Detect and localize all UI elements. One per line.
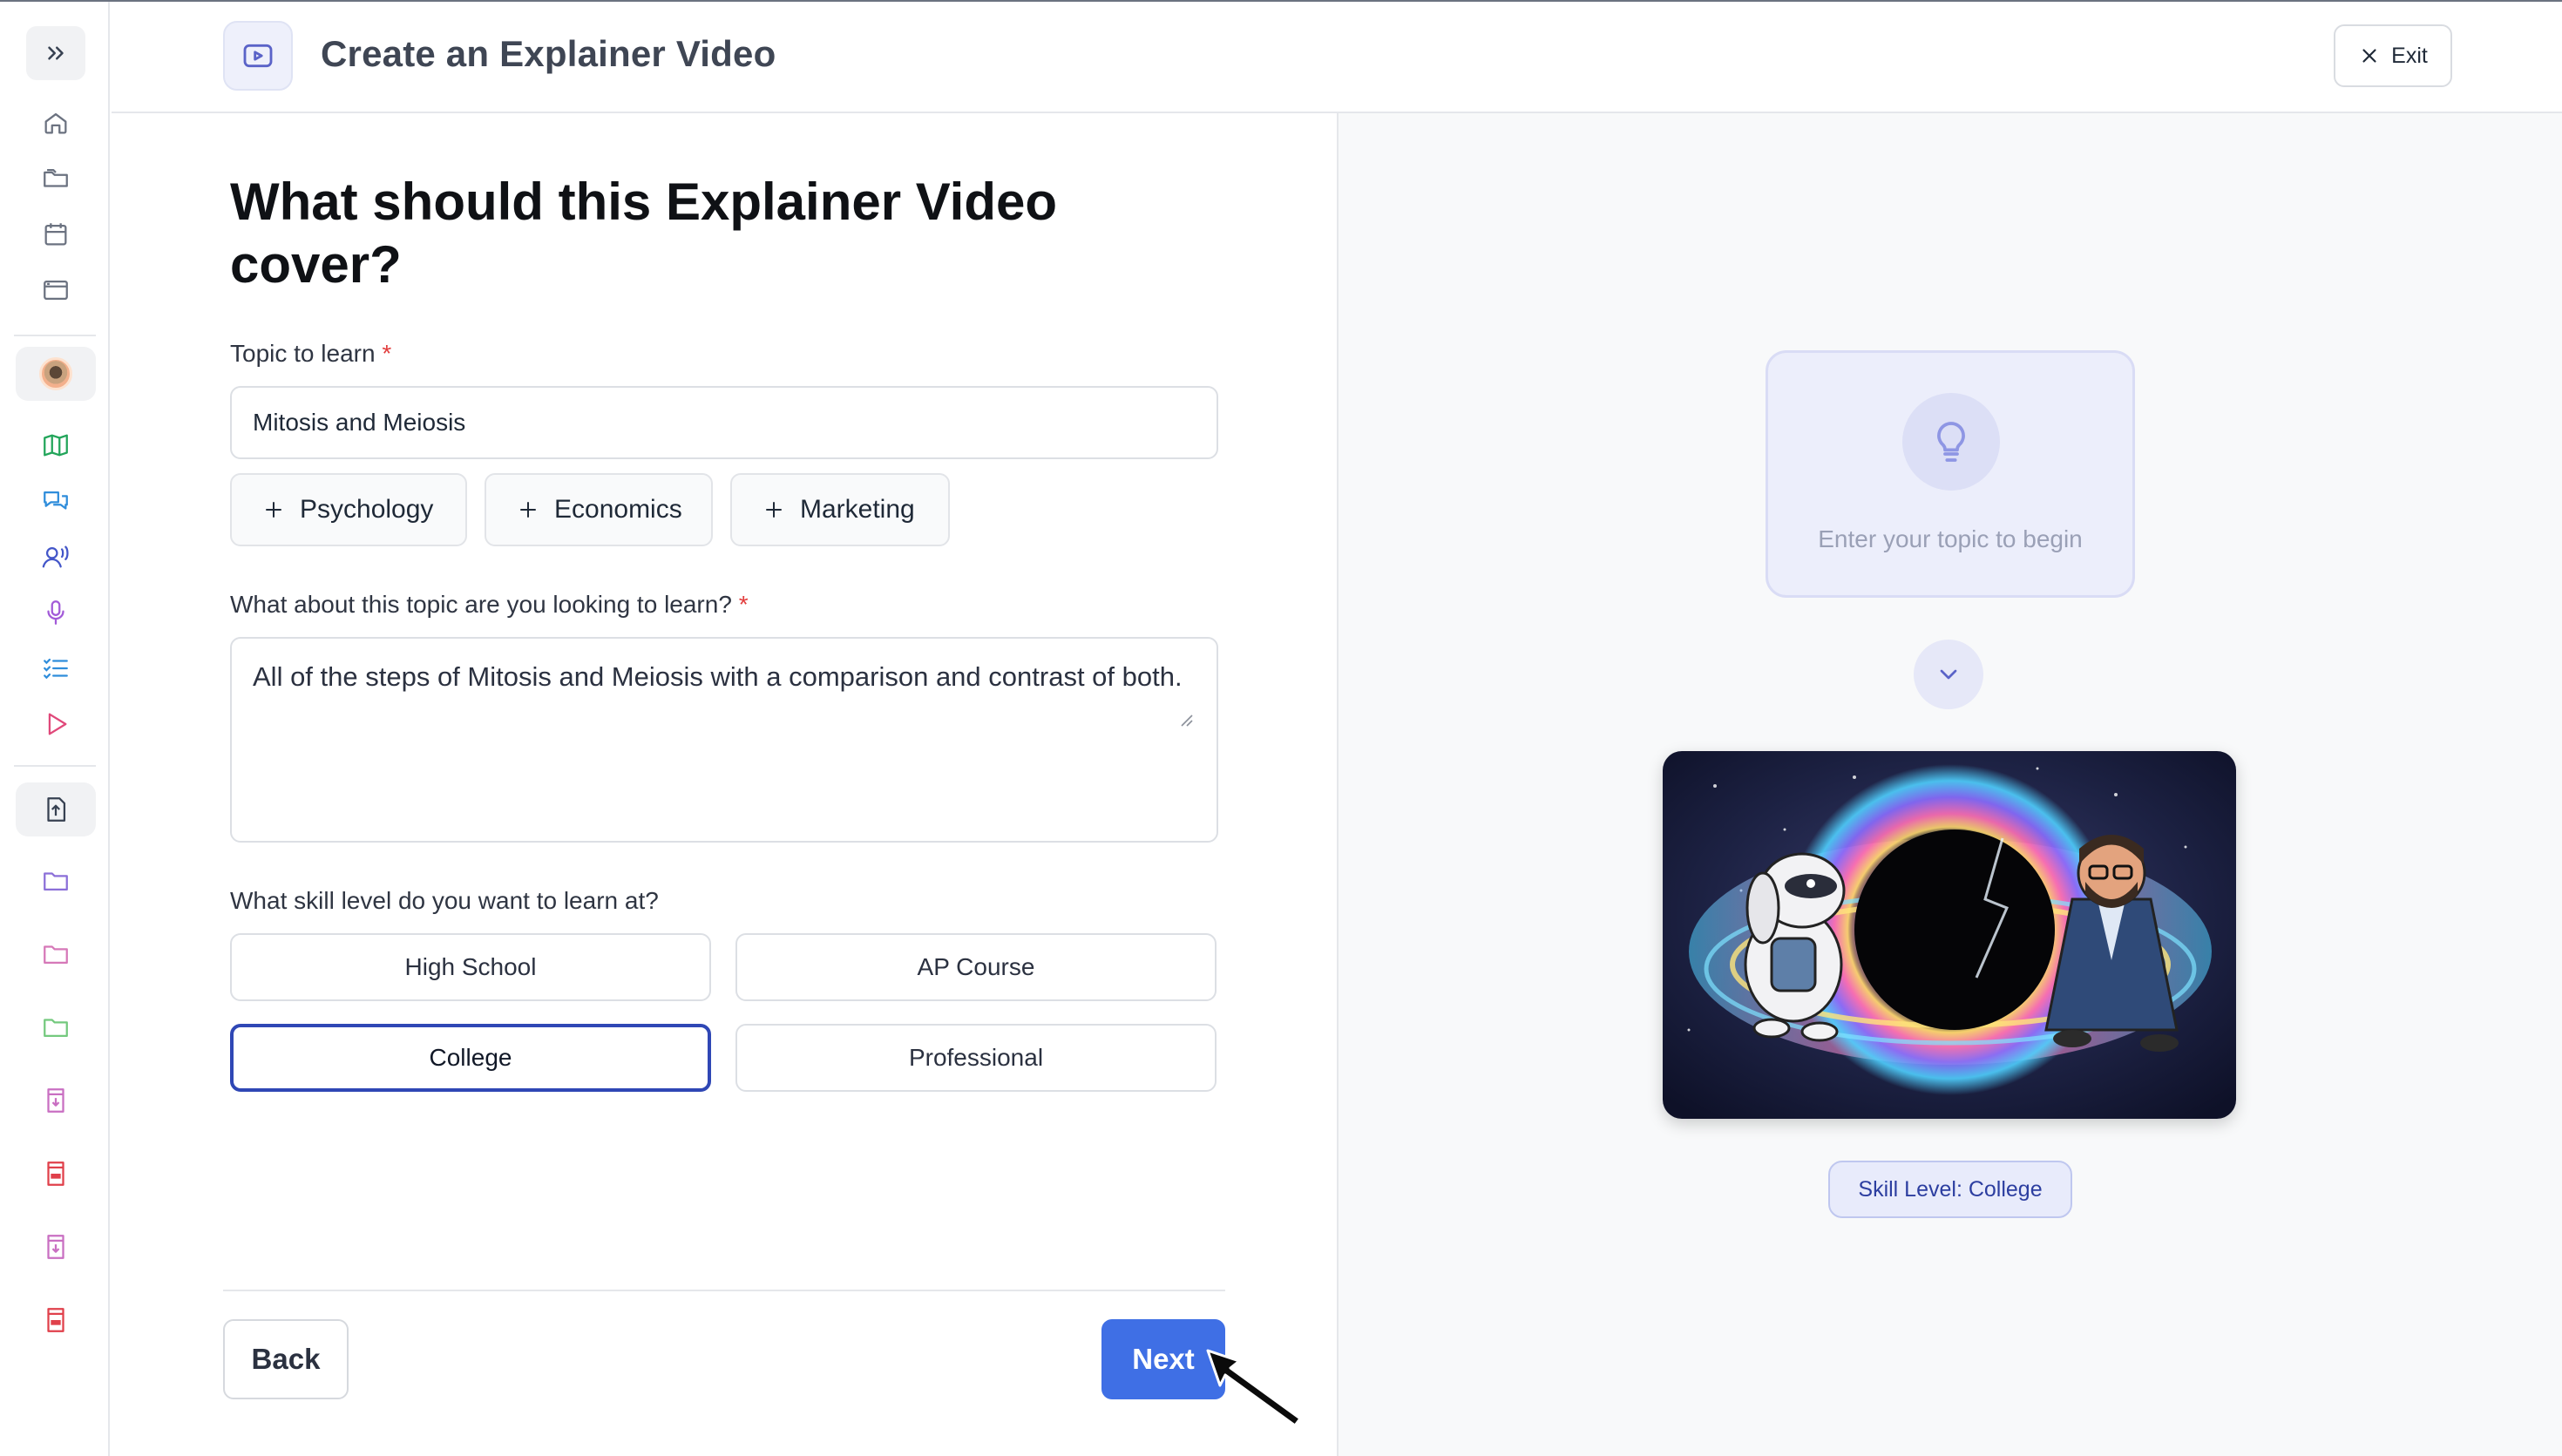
suggestion-chip-label: Marketing <box>800 495 915 524</box>
topic-label-text: Topic to learn <box>230 340 376 367</box>
focus-label: What about this topic are you looking to… <box>230 591 749 619</box>
form-title: What should this Explainer Video cover? <box>230 173 1058 294</box>
pdf-file-icon <box>47 1308 64 1332</box>
sidebar-item-folder-pink[interactable] <box>16 927 96 981</box>
topic-input[interactable]: Mitosis and Meiosis <box>230 386 1218 459</box>
microphone-icon <box>47 600 64 625</box>
sidebar-item-file-download[interactable] <box>16 1073 96 1128</box>
plus-icon <box>266 502 281 518</box>
required-mark: * <box>382 340 392 367</box>
preview-illustration <box>1663 751 2236 1119</box>
exit-button[interactable]: Exit <box>2334 24 2452 87</box>
folder-open-icon <box>44 168 68 187</box>
pdf-file-icon <box>47 1161 64 1186</box>
upload-file-icon <box>47 797 66 822</box>
close-icon <box>2362 49 2376 63</box>
chat-icon <box>44 491 68 510</box>
chevron-down-icon <box>1940 669 1957 680</box>
sidebar-item-microphone[interactable] <box>16 586 96 640</box>
lightbulb-icon <box>1937 422 1965 462</box>
back-button[interactable]: Back <box>223 1319 349 1399</box>
black-hole-illustration <box>1663 751 2236 1119</box>
sidebar-separator <box>14 765 96 767</box>
voice-user-icon <box>42 545 69 568</box>
sidebar-item-upload[interactable] <box>16 782 96 836</box>
footer-divider <box>223 1290 1225 1291</box>
sidebar <box>0 2 110 1456</box>
skill-option-high-school[interactable]: High School <box>230 933 711 1001</box>
sidebar-item-map[interactable] <box>16 418 96 472</box>
play-icon <box>48 713 67 735</box>
sidebar-item-pdf[interactable] <box>16 1147 96 1201</box>
suggestion-chip-marketing[interactable]: Marketing <box>730 473 950 546</box>
sidebar-item-pdf[interactable] <box>16 1293 96 1347</box>
mouse-cursor-icon <box>1206 1349 1302 1427</box>
chevrons-right-icon <box>48 46 64 60</box>
window-icon <box>44 280 68 301</box>
folder-icon <box>44 945 68 965</box>
topic-hint: Enter your topic to begin <box>1818 525 2083 552</box>
topic-preview-card: Enter your topic to begin <box>1766 350 2135 598</box>
download-file-icon <box>47 1088 64 1113</box>
skill-level-label: What skill level do you want to learn at… <box>230 887 659 914</box>
plus-icon <box>766 502 782 518</box>
download-file-icon <box>47 1235 64 1259</box>
folder-icon <box>44 1019 68 1038</box>
sidebar-expand-button[interactable] <box>26 26 85 80</box>
sidebar-item-folder-green[interactable] <box>16 1000 96 1054</box>
sidebar-item-checklist[interactable] <box>16 641 96 695</box>
required-mark: * <box>738 591 749 618</box>
skill-level-badge: Skill Level: College <box>1828 1161 2072 1218</box>
avatar-icon <box>39 357 72 390</box>
sidebar-item-folder-purple[interactable] <box>16 854 96 908</box>
sidebar-item-voice[interactable] <box>16 530 96 584</box>
topic-input-value: Mitosis and Meiosis <box>253 409 466 436</box>
checklist-icon <box>44 658 68 680</box>
sidebar-separator <box>14 335 96 336</box>
sidebar-item-file-download[interactable] <box>16 1220 96 1274</box>
lightbulb-badge <box>1902 393 2000 491</box>
calendar-icon <box>44 223 67 246</box>
focus-textarea[interactable]: All of the steps of Mitosis and Meiosis … <box>230 637 1218 843</box>
suggestion-chip-label: Economics <box>554 495 682 524</box>
plus-icon <box>520 502 536 518</box>
focus-label-text: What about this topic are you looking to… <box>230 591 732 618</box>
suggestion-chip-economics[interactable]: Economics <box>485 473 713 546</box>
home-icon <box>44 112 67 134</box>
sidebar-item-chat[interactable] <box>16 474 96 528</box>
map-icon <box>44 434 68 457</box>
page-title-header: Create an Explainer Video <box>321 33 776 74</box>
sidebar-item-video[interactable] <box>16 697 96 751</box>
skill-option-ap-course[interactable]: AP Course <box>735 933 1217 1001</box>
folder-icon <box>44 872 68 891</box>
suggestion-chip-label: Psychology <box>300 495 434 524</box>
resize-handle-icon[interactable] <box>1178 712 1194 728</box>
skill-option-professional[interactable]: Professional <box>735 1024 1217 1092</box>
exit-label: Exit <box>2391 43 2428 68</box>
sidebar-item-library[interactable] <box>16 152 96 206</box>
skill-option-college[interactable]: College <box>230 1024 711 1092</box>
sidebar-item-avatar[interactable] <box>16 347 96 401</box>
sidebar-item-home[interactable] <box>16 96 96 150</box>
focus-textarea-value: All of the steps of Mitosis and Meiosis … <box>253 661 1183 692</box>
suggestion-chip-psychology[interactable]: Psychology <box>230 473 467 546</box>
flow-arrow-badge <box>1914 640 1983 709</box>
sidebar-item-windows[interactable] <box>16 263 96 317</box>
topic-label: Topic to learn * <box>230 340 391 368</box>
sidebar-item-calendar[interactable] <box>16 207 96 261</box>
explainer-video-icon <box>223 21 293 91</box>
